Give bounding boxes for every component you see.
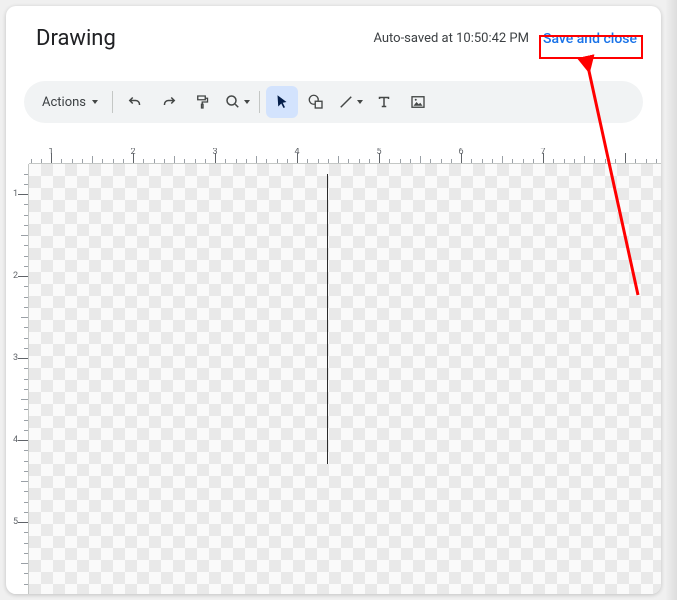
ruler-v-label: 3	[13, 353, 18, 363]
shape-tool-button[interactable]	[300, 86, 332, 118]
caret-down-icon	[357, 100, 363, 104]
ruler-h-label: 4	[294, 148, 299, 157]
ruler-h-label: 5	[376, 148, 381, 157]
ruler-h-label: 1	[48, 148, 53, 157]
dialog-title: Drawing	[36, 26, 116, 51]
redo-button[interactable]	[153, 86, 185, 118]
ruler-v-label: 1	[13, 189, 18, 199]
drawn-vertical-line[interactable]	[327, 174, 328, 464]
drawing-canvas[interactable]	[29, 164, 661, 594]
shape-icon	[307, 93, 325, 111]
save-and-close-button[interactable]: Save and close	[539, 29, 641, 49]
text-box-button[interactable]	[368, 86, 400, 118]
caret-down-icon	[244, 100, 250, 104]
toolbar: Actions	[24, 81, 643, 123]
drawing-dialog: Drawing Auto-saved at 10:50:42 PM Save a…	[6, 6, 661, 594]
toolbar-divider	[112, 91, 113, 113]
actions-label: Actions	[42, 95, 86, 110]
autosave-status: Auto-saved at 10:50:42 PM	[373, 31, 529, 46]
horizontal-ruler: 1 2 3 4 5 6 7	[29, 148, 661, 164]
line-icon	[337, 93, 355, 111]
ruler-h-label: 3	[212, 148, 217, 157]
vertical-ruler: 1 2 3 4 5	[13, 164, 29, 594]
undo-button[interactable]	[119, 86, 151, 118]
line-tool-button[interactable]	[334, 86, 366, 118]
text-icon	[375, 93, 393, 111]
redo-icon	[160, 93, 178, 111]
zoom-icon	[224, 93, 242, 111]
ruler-v-label: 5	[13, 517, 18, 527]
select-tool-button[interactable]	[266, 86, 298, 118]
ruler-h-label: 6	[458, 148, 463, 157]
toolbar-divider	[259, 91, 260, 113]
zoom-button[interactable]	[221, 86, 253, 118]
actions-menu-button[interactable]: Actions	[34, 86, 106, 118]
ruler-v-label: 2	[13, 271, 18, 281]
image-icon	[409, 93, 427, 111]
paint-roller-icon	[194, 93, 212, 111]
dialog-header: Drawing Auto-saved at 10:50:42 PM Save a…	[6, 6, 661, 61]
scroll-shadow	[665, 0, 677, 600]
ruler-h-label: 2	[130, 148, 135, 157]
caret-down-icon	[92, 100, 98, 104]
cursor-icon	[273, 93, 291, 111]
workspace: 1 2 3 4 5 6 7 1 2 3 4 5	[6, 148, 661, 594]
image-button[interactable]	[402, 86, 434, 118]
ruler-h-label: 7	[540, 148, 545, 157]
undo-icon	[126, 93, 144, 111]
ruler-v-label: 4	[13, 435, 18, 445]
paint-format-button[interactable]	[187, 86, 219, 118]
